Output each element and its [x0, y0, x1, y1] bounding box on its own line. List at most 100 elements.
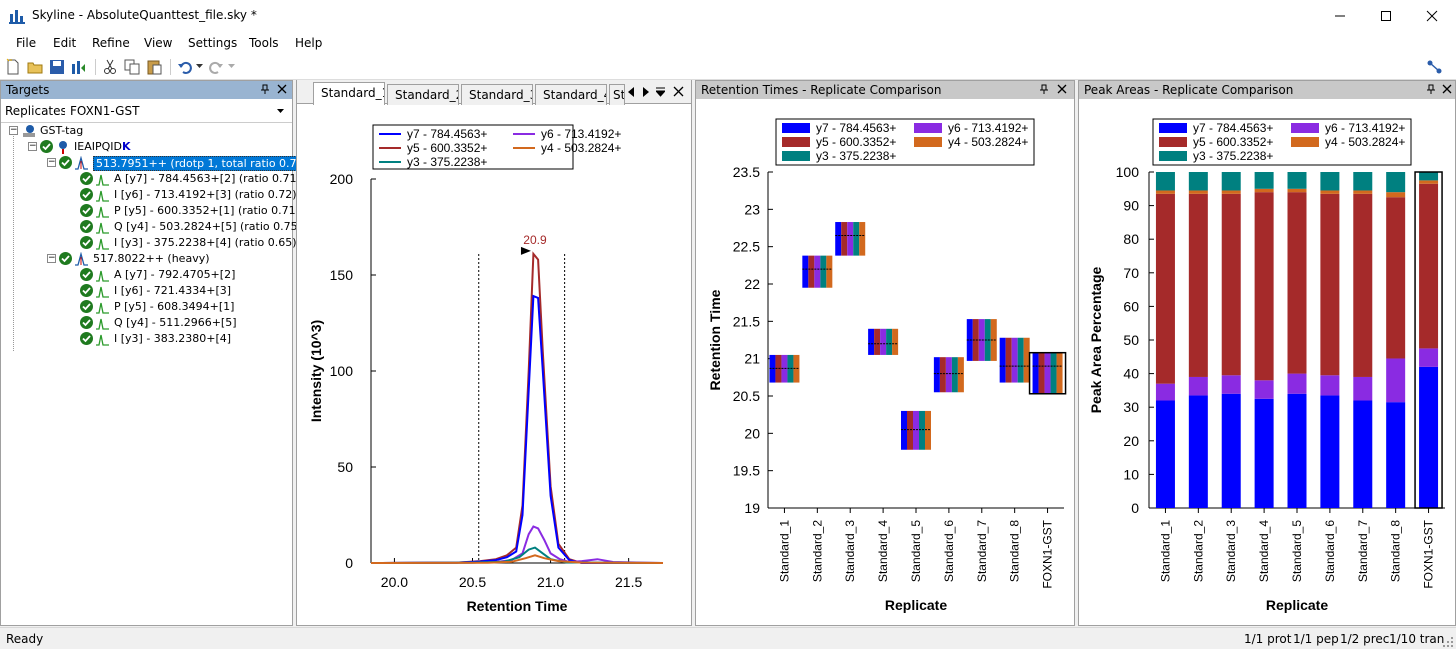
bar-segment-y5 — [1320, 193, 1340, 376]
tree-node[interactable]: I [y3] - 375.2238+[4] (ratio 0.65) — [1, 235, 297, 251]
open-folder-icon[interactable] — [26, 58, 44, 76]
menu-view[interactable]: View — [144, 36, 172, 50]
retention-times-panel-title: Retention Times - Replicate Comparison — [696, 81, 1074, 99]
tree-node-label: I [y3] - 383.2380+[4] — [114, 332, 231, 345]
tree-node[interactable]: P [y5] - 608.3494+[1] — [1, 299, 291, 315]
collapse-toggle[interactable]: − — [28, 142, 37, 151]
menu-edit[interactable]: Edit — [53, 36, 76, 50]
menu-help[interactable]: Help — [295, 36, 322, 50]
maximize-button[interactable] — [1363, 0, 1409, 31]
menu-refine[interactable]: Refine — [92, 36, 130, 50]
bar-segment-y4 — [1287, 188, 1307, 193]
undo-icon[interactable] — [176, 58, 194, 76]
transition-path — [96, 286, 109, 298]
cut-icon[interactable] — [101, 58, 119, 76]
tree-node[interactable]: I [y3] - 383.2380+[4] — [1, 331, 291, 347]
legend-swatch-y7 — [782, 123, 810, 133]
window-title: Skyline - AbsoluteQuanttest_file.sky * — [32, 8, 257, 22]
redo-icon[interactable] — [207, 58, 225, 76]
tree-node[interactable]: − GST-tag — [1, 123, 291, 139]
x-tick-label: Standard_5 — [909, 520, 923, 582]
tree-node[interactable]: Q [y4] - 511.2966+[5] — [1, 315, 291, 331]
pa-pin-icon[interactable] — [1425, 83, 1437, 95]
legend-label-y4: y4 - 503.2824+ — [948, 135, 1028, 149]
network-icon[interactable] — [1426, 58, 1444, 76]
peak-areas-graph[interactable]: 0 10 20 30 40 50 60 70 80 90 100 Standard_1 Standard… — [1079, 99, 1455, 625]
minimize-button[interactable] — [1317, 0, 1363, 31]
chevron-down-icon — [277, 109, 284, 113]
menu-file[interactable]: File — [16, 36, 36, 50]
pa-close-icon[interactable] — [1441, 83, 1453, 95]
status-tran: 1/10 tran — [1389, 632, 1445, 646]
tree-node[interactable]: − IEAIPQIDK — [1, 139, 291, 155]
tab-standard-5-partial[interactable]: St — [609, 84, 625, 105]
tree-node[interactable]: I [y6] - 713.4192+[3] (ratio 0.72) — [1, 187, 297, 203]
pin-icon[interactable] — [259, 83, 271, 95]
save-icon[interactable] — [48, 58, 66, 76]
rt-close-icon[interactable] — [1056, 83, 1068, 95]
tree-node[interactable]: P [y5] - 600.3352+[1] (ratio 0.71) — [1, 203, 300, 219]
tree-node-text: 513.7951++ (rdotp 1, total ratio 0.71) — [96, 157, 308, 170]
check-icon — [40, 140, 53, 153]
redo-dropdown-icon[interactable] — [228, 64, 235, 69]
y-tick-label: 0 — [345, 555, 353, 571]
rt-pin-icon[interactable] — [1038, 83, 1050, 95]
tree-node[interactable]: Q [y4] - 503.2824+[5] (ratio 0.75) — [1, 219, 302, 235]
resize-grip-icon[interactable] — [1442, 636, 1454, 648]
x-axis-title: Retention Time — [467, 598, 568, 614]
series-line-y5 — [370, 251, 663, 564]
precursor-peak-icon — [75, 156, 88, 170]
tab-list-icon[interactable] — [656, 87, 665, 97]
check-icon — [80, 268, 93, 281]
legend-swatch-y6 — [1291, 123, 1319, 133]
chromatogram-graph[interactable]: 0 50 100 150 200 20.0 20.5 21.0 21.5 Retention Ti… — [297, 105, 691, 625]
close-button[interactable] — [1409, 0, 1455, 31]
bar-segment-y6 — [1287, 373, 1307, 394]
tree-node[interactable]: A [y7] - 784.4563+[2] (ratio 0.71) — [1, 171, 301, 187]
x-tick-label: Standard_1 — [1158, 520, 1172, 582]
legend-label-y7: y7 - 784.4563+ — [407, 127, 487, 141]
rt-bar-y4 — [957, 357, 964, 393]
tree-node[interactable]: A [y7] - 792.4705+[2] — [1, 267, 291, 283]
status-pep: 1/1 pep — [1293, 632, 1339, 646]
y-tick-label: 20 — [744, 425, 760, 441]
bar-segment-y7 — [1320, 395, 1340, 508]
tab-standard-2[interactable]: Standard_2 — [387, 84, 459, 105]
tab-standard-1[interactable]: Standard_1 — [313, 82, 385, 105]
tab-scroll-left-icon[interactable] — [627, 87, 635, 97]
chromatogram-close-icon[interactable] — [673, 86, 684, 97]
x-axis-title: Replicate — [1266, 597, 1328, 613]
check-bg — [40, 140, 53, 153]
paste-icon[interactable] — [145, 58, 163, 76]
targets-panel: Targets Replicates: FOXN1-GST − GST-tag − I… — [0, 80, 311, 626]
bar-segment-y5 — [1386, 197, 1406, 359]
collapse-toggle[interactable]: − — [47, 254, 56, 263]
new-document-icon[interactable] — [4, 58, 22, 76]
rt-bar-y3 — [820, 255, 827, 288]
retention-times-graph[interactable]: 19 19.5 20 20.5 21 21.5 22 22.5 23 23.5 Standard_1… — [696, 99, 1074, 625]
check-icon — [80, 172, 93, 185]
x-tick-label: Standard_1 — [777, 520, 791, 582]
collapse-toggle[interactable]: − — [9, 126, 18, 135]
rt-bar-y5 — [808, 255, 815, 288]
panel-close-icon[interactable] — [276, 83, 288, 95]
tab-standard-3[interactable]: Standard_3 — [461, 84, 533, 105]
check-icon — [80, 236, 93, 249]
tab-scroll-right-icon[interactable] — [642, 87, 650, 97]
tree-node[interactable]: − 517.8022++ (heavy) — [1, 251, 291, 267]
tree-node[interactable]: I [y6] - 721.4334+[3] — [1, 283, 291, 299]
tree-node[interactable]: − 513.7951++ (rdotp 1, total ratio 0.71) — [1, 155, 311, 171]
collapse-toggle[interactable]: − — [47, 158, 56, 167]
menu-settings[interactable]: Settings — [188, 36, 237, 50]
rt-bar-y6 — [1044, 352, 1051, 394]
menu-tools[interactable]: Tools — [249, 36, 279, 50]
tab-standard-4[interactable]: Standard_4 — [535, 84, 607, 105]
bar-segment-y7 — [1386, 402, 1406, 508]
copy-icon[interactable] — [123, 58, 141, 76]
publish-icon[interactable] — [70, 58, 88, 76]
close-icon — [1426, 10, 1438, 21]
undo-dropdown-icon[interactable] — [196, 64, 203, 69]
rt-bar-y7 — [802, 255, 809, 288]
peptide-icon — [59, 141, 67, 154]
replicates-dropdown[interactable]: FOXN1-GST — [65, 101, 289, 121]
